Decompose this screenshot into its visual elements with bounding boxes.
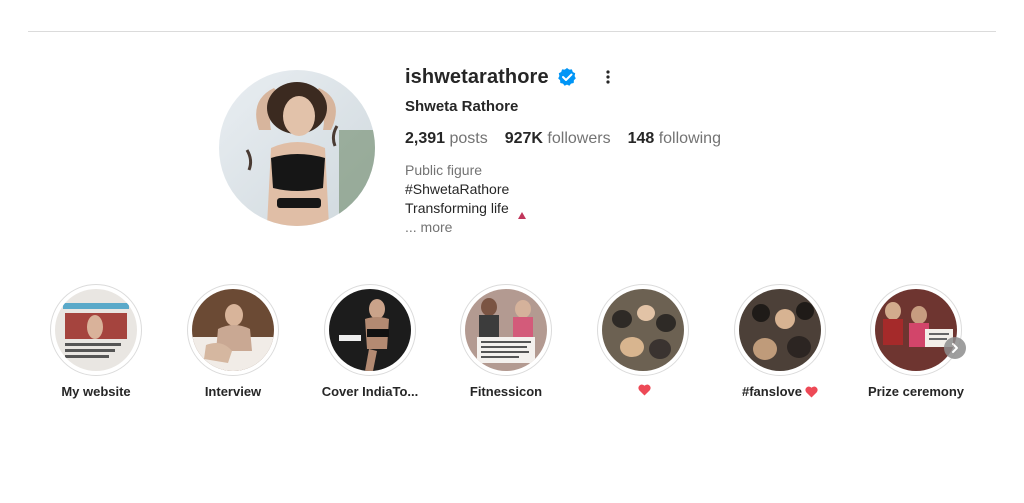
bio-more-link[interactable]: ... more xyxy=(405,218,738,237)
posts-label: posts xyxy=(445,130,488,147)
highlight-thumbnail xyxy=(875,289,957,371)
highlight-ring xyxy=(460,284,552,376)
story-highlights: My website Interview Cover IndiaTo... Fi… xyxy=(0,284,1024,414)
highlights-next-button[interactable] xyxy=(944,337,966,359)
following-label: following xyxy=(654,130,721,147)
highlight-label xyxy=(583,384,703,396)
highlight-label: Interview xyxy=(173,384,293,399)
highlight-thumbnail xyxy=(329,289,411,371)
bio-tagline-row: Transforming life xyxy=(405,199,738,219)
highlight-ring xyxy=(187,284,279,376)
highlight-thumbnail xyxy=(192,289,274,371)
following-stat[interactable]: 148 following xyxy=(628,130,721,148)
highlight-label: Cover IndiaTo... xyxy=(310,384,430,399)
username-row: ishwetarathore xyxy=(405,62,738,92)
bio-tagline: Transforming life xyxy=(405,200,509,216)
highlight-fitnessicon[interactable]: Fitnessicon xyxy=(446,284,566,399)
highlight-label: My website xyxy=(36,384,156,399)
highlight-label: Prize ceremony xyxy=(856,384,976,399)
heart-icon xyxy=(805,386,818,398)
followers-count: 927K xyxy=(504,130,543,147)
full-name: Shweta Rathore xyxy=(405,98,519,115)
profile-header: ishwetarathore Shweta Rathore 2,391 post… xyxy=(405,62,738,237)
highlight-fanslove[interactable]: #fanslove xyxy=(720,284,840,399)
profile-avatar[interactable] xyxy=(219,70,375,226)
highlight-my-website[interactable]: My website xyxy=(36,284,156,399)
profile-stats: 2,391 posts 927K followers 148 following xyxy=(405,130,738,148)
highlight-thumbnail xyxy=(602,289,684,371)
posts-stat[interactable]: 2,391 posts xyxy=(405,130,488,148)
highlight-label-text: Fitnessicon xyxy=(469,384,543,399)
highlight-ring xyxy=(597,284,689,376)
bio-category: Public figure xyxy=(405,162,483,178)
top-divider xyxy=(28,31,996,32)
highlight-cover-india[interactable]: Cover IndiaTo... xyxy=(310,284,430,399)
highlight-label: #fanslove xyxy=(720,384,840,399)
bio: Public figure #ShwetaRathore Transformin… xyxy=(405,161,738,237)
highlight-label: Fitnessicon xyxy=(446,384,566,399)
highlight-label-text: #fanslove xyxy=(742,384,802,399)
highlight-ring xyxy=(324,284,416,376)
highlight-interview[interactable]: Interview xyxy=(173,284,293,399)
highlight-heart[interactable] xyxy=(583,284,703,396)
more-options-icon[interactable] xyxy=(605,69,611,85)
highlight-thumbnail xyxy=(739,289,821,371)
highlight-label-text: My website xyxy=(61,384,131,399)
highlight-thumbnail xyxy=(465,289,547,371)
highlight-label-text: Interview xyxy=(204,384,262,399)
heart-icon xyxy=(638,384,651,396)
chevron-right-icon xyxy=(952,343,958,353)
highlight-ring xyxy=(734,284,826,376)
verified-badge-icon xyxy=(557,67,577,87)
followers-label: followers xyxy=(542,130,611,147)
highlight-label-text: Prize ceremony xyxy=(867,384,965,399)
highlight-label-text: Cover IndiaTo... xyxy=(321,384,419,399)
following-count: 148 xyxy=(627,130,655,147)
highlight-ring xyxy=(50,284,142,376)
username[interactable]: ishwetarathore xyxy=(405,66,549,89)
highlight-ring xyxy=(870,284,962,376)
triangle-up-icon xyxy=(517,205,526,219)
followers-stat[interactable]: 927K followers xyxy=(505,130,611,148)
bio-hashtag[interactable]: #ShwetaRathore xyxy=(405,180,738,199)
posts-count: 2,391 xyxy=(405,130,446,147)
highlight-thumbnail xyxy=(55,289,137,371)
